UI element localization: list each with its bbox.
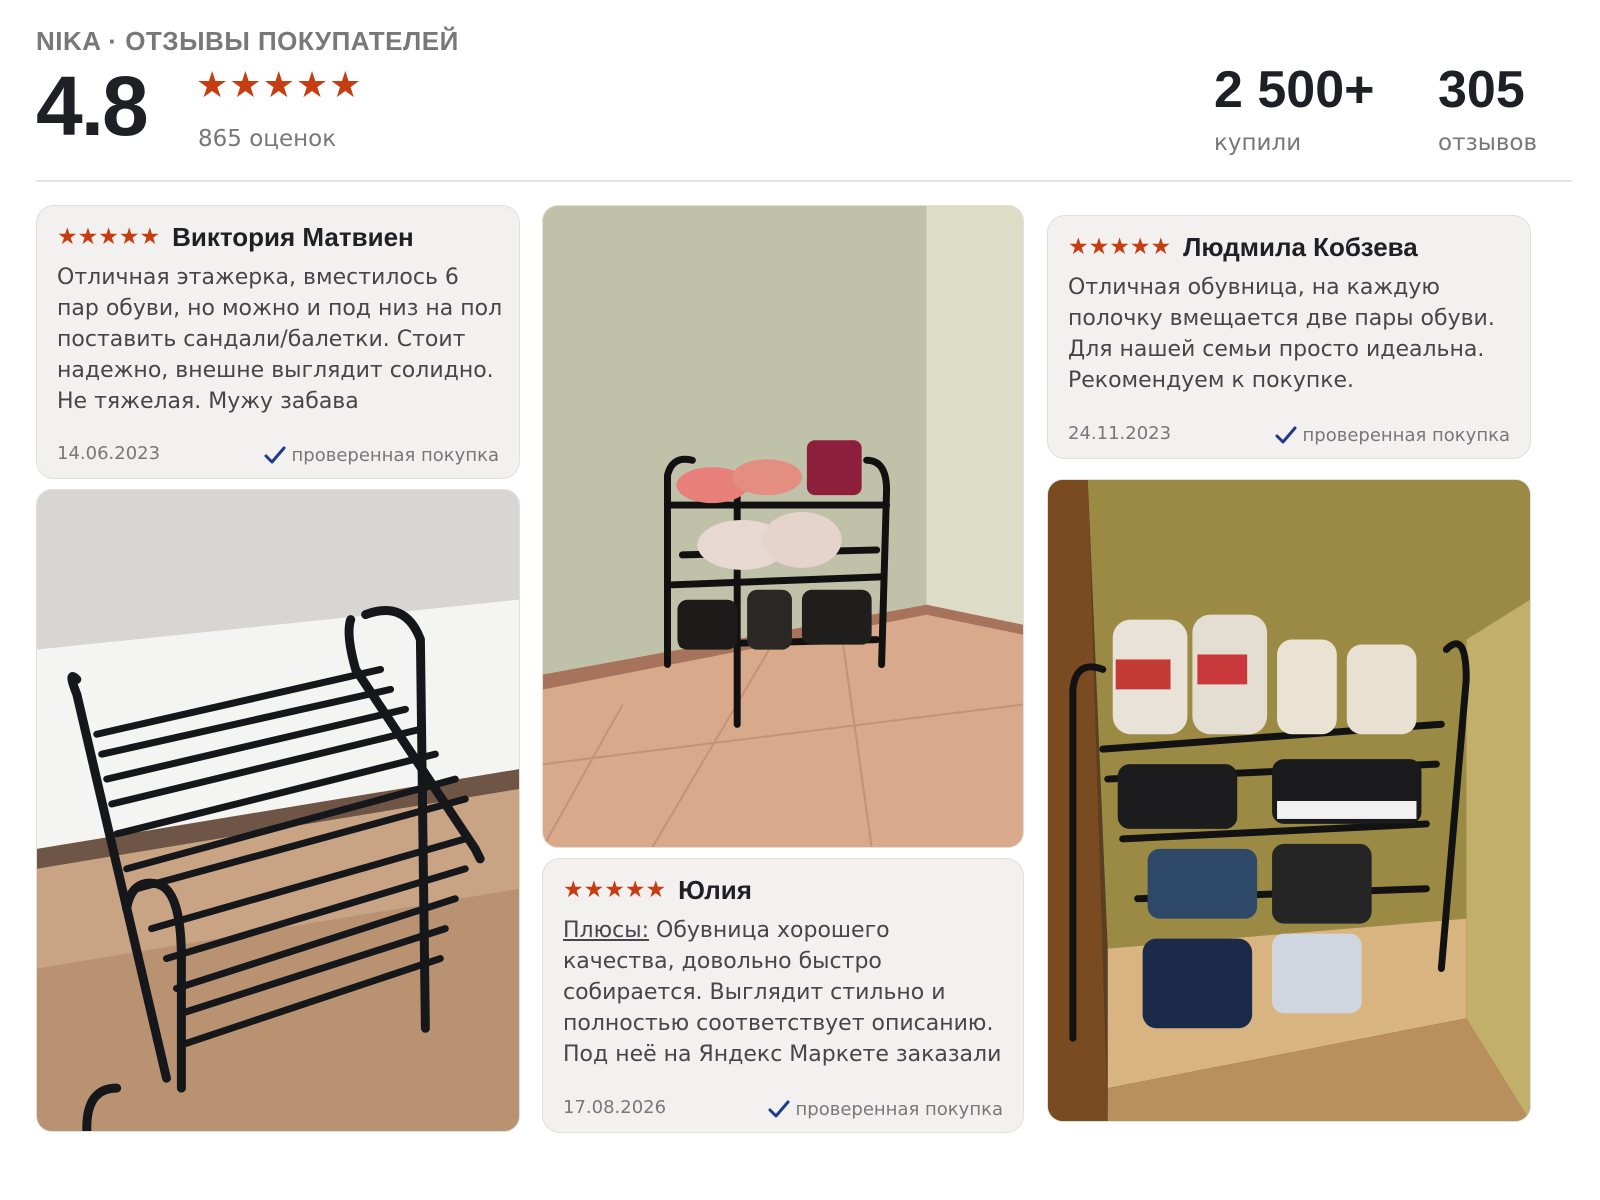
rating-count: 865 оценок [198, 126, 337, 152]
review-photo[interactable] [542, 205, 1024, 848]
review-header: ★ ★ ★ ★ ★ Юлия [563, 875, 752, 906]
verified-label: проверенная покупка [291, 445, 499, 466]
verified-purchase: проверенная покупка [1275, 425, 1510, 446]
star-icon: ★ [1068, 234, 1089, 260]
star-icon: ★ [624, 877, 646, 903]
check-icon [264, 446, 286, 463]
review-header: ★ ★ ★ ★ ★ Людмила Кобзева [1068, 232, 1418, 263]
reviews-header: NIKA · ОТЗЫВЫ ПОКУПАТЕЛЕЙ 4.8 ★ ★ ★ ★ ★ … [36, 24, 1572, 182]
review-header: ★ ★ ★ ★ ★ Виктория Матвиен [57, 222, 414, 253]
review-card[interactable]: ★ ★ ★ ★ ★ Виктория Матвиен Отличная этажерка… [36, 205, 520, 479]
stat-label: отзывов [1438, 130, 1538, 156]
star-icon: ★ [645, 877, 667, 903]
review-author: Юлия [678, 875, 752, 905]
star-icon: ★ [604, 877, 625, 903]
review-author: Людмила Кобзева [1183, 232, 1418, 262]
review-text: Отличная этажерка, вместилось 6 пар обув… [57, 265, 503, 414]
review-author: Виктория Матвиен [172, 222, 414, 252]
star-icon: ★ [57, 224, 78, 250]
stat-label: купили [1214, 130, 1302, 156]
check-icon [768, 1100, 790, 1117]
star-icon: ★ [262, 65, 295, 106]
review-card[interactable]: ★ ★ ★ ★ ★ Людмила Кобзева Отличная обувница,… [1047, 215, 1531, 459]
star-icon: ★ [329, 65, 362, 106]
stat-value: 305 [1438, 61, 1525, 119]
review-card[interactable]: ★ ★ ★ ★ ★ Юлия Плюсы: Обувница хорошего каче… [542, 858, 1024, 1133]
brand-title: NIKA · ОТЗЫВЫ ПОКУПАТЕЛЕЙ [36, 26, 459, 56]
star-icon: ★ [118, 224, 140, 250]
verified-label: проверенная покупка [1302, 425, 1510, 446]
review-text: Отличная обувница, на каждую полочку вме… [1068, 275, 1495, 393]
check-icon [1275, 426, 1297, 443]
verified-purchase: проверенная покупка [768, 1099, 1003, 1120]
review-stars: ★ ★ ★ ★ ★ [563, 879, 666, 902]
star-icon: ★ [1129, 234, 1151, 260]
stat-value: 2 500+ [1214, 61, 1375, 119]
star-icon: ★ [139, 224, 161, 250]
star-icon: ★ [196, 65, 229, 106]
review-stars: ★ ★ ★ ★ ★ [1068, 236, 1171, 259]
star-icon: ★ [229, 65, 262, 106]
star-icon: ★ [563, 877, 584, 903]
review-stars: ★ ★ ★ ★ ★ [57, 226, 160, 249]
review-text: Плюсы: Обувница хорошего качества, довол… [563, 915, 1007, 1070]
review-date: 17.08.2026 [563, 1097, 667, 1118]
header-stars: ★ ★ ★ ★ ★ [196, 68, 361, 104]
star-icon: ★ [1088, 234, 1110, 260]
pros-label: Плюсы: [563, 918, 650, 943]
star-icon: ★ [1150, 234, 1172, 260]
star-icon: ★ [583, 877, 605, 903]
star-icon: ★ [77, 224, 99, 250]
star-icon: ★ [1109, 234, 1130, 260]
star-icon: ★ [295, 65, 329, 106]
average-rating: 4.8 [36, 59, 149, 153]
review-photo[interactable] [1047, 479, 1531, 1122]
review-date: 14.06.2023 [57, 443, 161, 464]
verified-label: проверенная покупка [795, 1099, 1003, 1120]
verified-purchase: проверенная покупка [264, 445, 499, 466]
review-photo[interactable] [36, 489, 520, 1132]
star-icon: ★ [98, 224, 119, 250]
review-date: 24.11.2023 [1068, 423, 1172, 444]
stat-reviews: 305 отзывов [1438, 64, 1537, 156]
stat-buyers: 2 500+ купили [1214, 64, 1375, 156]
